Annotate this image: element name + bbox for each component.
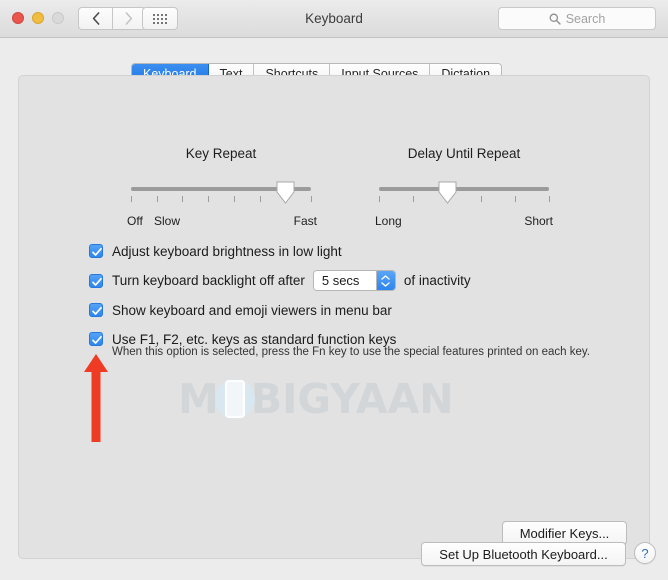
delay-until-repeat-slider-group: Delay Until Repeat Long Short bbox=[375, 146, 553, 230]
checkbox-adjust-brightness[interactable] bbox=[89, 244, 103, 258]
delay-long-label: Long bbox=[375, 214, 402, 228]
slider-track bbox=[379, 187, 549, 191]
option-show-viewers[interactable]: Show keyboard and emoji viewers in menu … bbox=[89, 300, 634, 320]
search-icon bbox=[549, 13, 561, 25]
key-repeat-slider[interactable] bbox=[131, 181, 312, 211]
option-label: Show keyboard and emoji viewers in menu … bbox=[112, 302, 392, 318]
checkbox-backlight-off[interactable] bbox=[89, 273, 103, 288]
help-button[interactable]: ? bbox=[634, 542, 656, 564]
search-input[interactable]: Search bbox=[498, 7, 656, 30]
delay-labels: Long Short bbox=[375, 214, 553, 230]
key-repeat-off-label: Off bbox=[127, 214, 143, 228]
option-backlight-off[interactable]: Turn keyboard backlight off after 5 secs bbox=[89, 270, 634, 291]
keyboard-settings-panel: Key Repeat Off Slow Fast Delay Until Rep… bbox=[18, 75, 650, 559]
search-placeholder: Search bbox=[565, 11, 606, 26]
checkbox-function-keys[interactable] bbox=[89, 332, 103, 346]
setup-bluetooth-keyboard-button[interactable]: Set Up Bluetooth Keyboard... bbox=[421, 542, 626, 566]
key-repeat-slider-group: Key Repeat Off Slow Fast bbox=[127, 146, 317, 230]
delay-title: Delay Until Repeat bbox=[407, 146, 521, 161]
preferences-content: Keyboard Text Shortcuts Input Sources Di… bbox=[0, 38, 668, 580]
delay-short-label: Short bbox=[524, 214, 553, 228]
option-adjust-brightness[interactable]: Adjust keyboard brightness in low light bbox=[89, 241, 634, 261]
option-label: Use F1, F2, etc. keys as standard functi… bbox=[112, 331, 397, 347]
preferences-window: Keyboard Search Keyboard Text Shortcuts … bbox=[0, 0, 668, 580]
options-list: Adjust keyboard brightness in low light … bbox=[89, 241, 634, 358]
key-repeat-slow-label: Slow bbox=[154, 214, 181, 228]
option-label: Adjust keyboard brightness in low light bbox=[112, 243, 342, 259]
function-keys-description: When this option is selected, press the … bbox=[112, 346, 590, 358]
option-label-after: of inactivity bbox=[403, 273, 471, 288]
backlight-timeout-value: 5 secs bbox=[313, 271, 376, 290]
slider-ticks bbox=[379, 196, 550, 202]
backlight-timeout-group: 5 secs of inactivity bbox=[312, 270, 471, 291]
checkbox-show-viewers[interactable] bbox=[89, 303, 103, 317]
stepper-up-down-icon[interactable] bbox=[375, 271, 395, 290]
backlight-timeout-combo[interactable]: 5 secs bbox=[312, 270, 396, 291]
key-repeat-labels: Off Slow Fast bbox=[127, 214, 317, 230]
key-repeat-fast-label: Fast bbox=[293, 214, 317, 228]
delay-slider[interactable] bbox=[379, 181, 550, 211]
key-repeat-thumb[interactable] bbox=[276, 181, 295, 204]
option-label: Turn keyboard backlight off after bbox=[112, 273, 305, 288]
delay-thumb[interactable] bbox=[438, 181, 457, 204]
red-up-arrow-icon bbox=[82, 352, 110, 444]
window-titlebar: Keyboard Search bbox=[0, 0, 668, 38]
key-repeat-title: Key Repeat bbox=[185, 146, 257, 161]
